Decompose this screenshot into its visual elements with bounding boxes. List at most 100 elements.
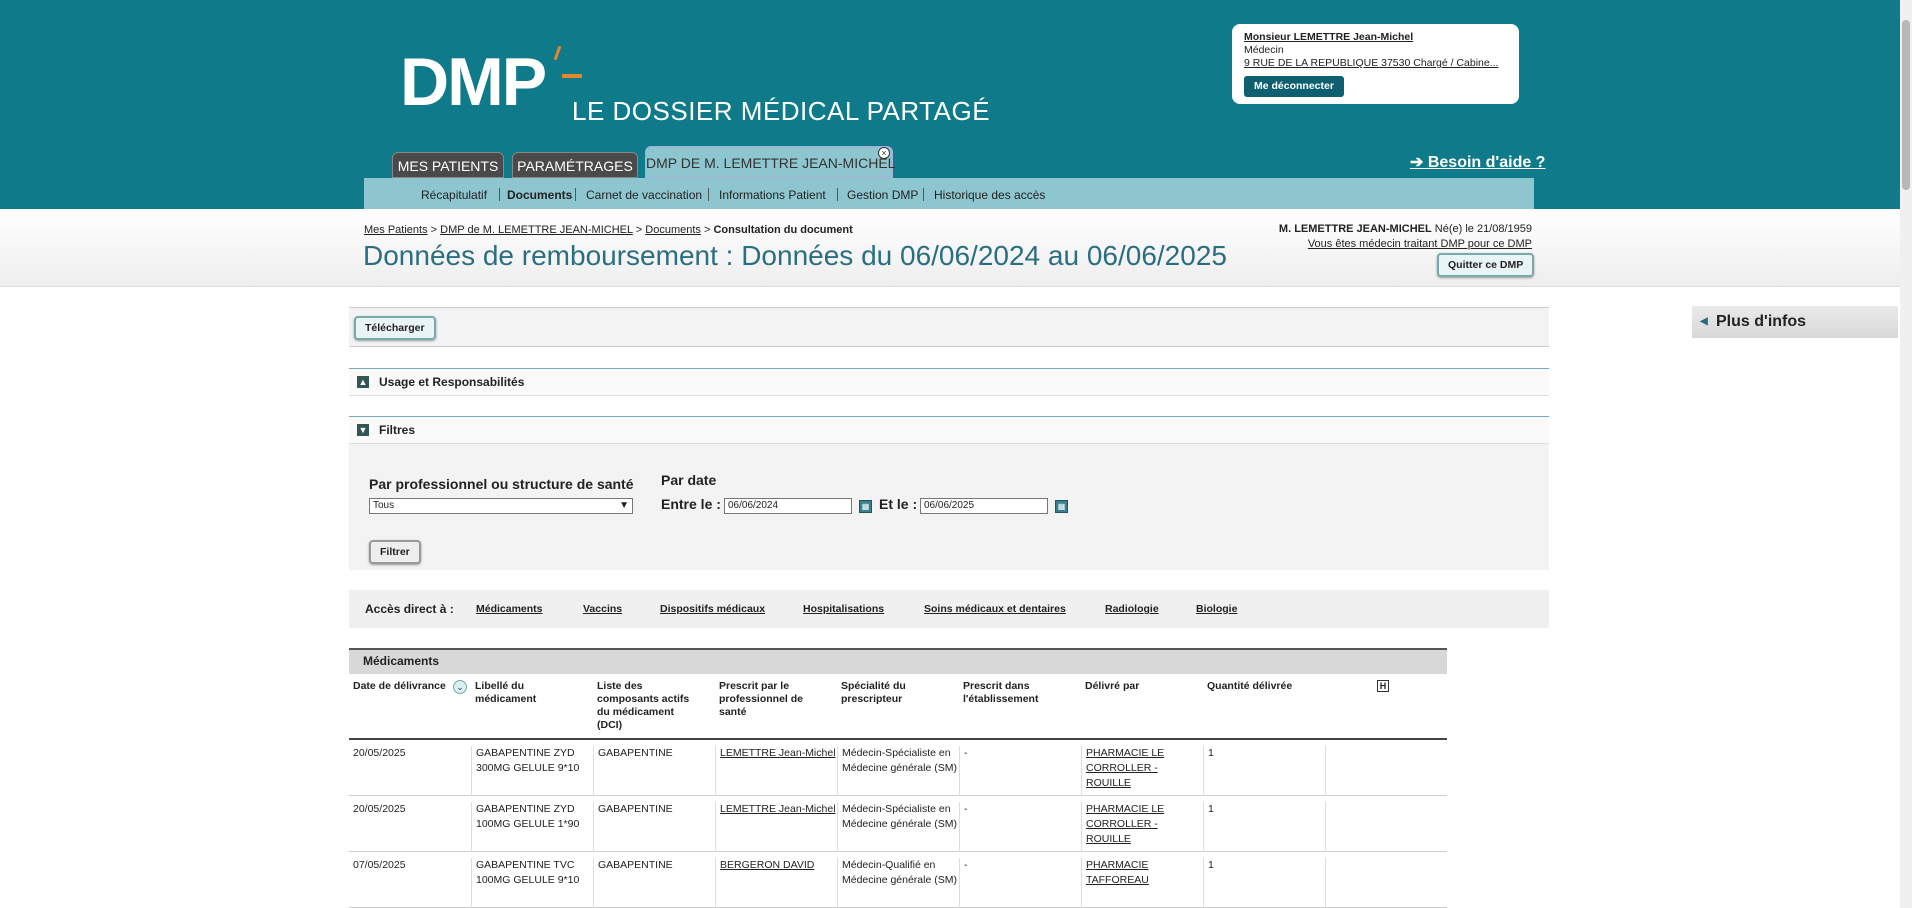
link-radiologie[interactable]: Radiologie — [1105, 603, 1159, 615]
subnav-recapitulatif[interactable]: Récapitulatif — [421, 188, 487, 202]
sort-icon[interactable]: ⌄ — [453, 680, 467, 694]
subnav-informations-patient[interactable]: Informations Patient — [719, 188, 826, 202]
cell-dci: GABAPENTINE — [593, 746, 715, 796]
column-header-establishment: Prescrit dans l'établissement — [963, 680, 1039, 705]
subnav-separator — [837, 188, 838, 201]
column-header-quantity: Quantité délivrée — [1207, 680, 1293, 692]
cell-dci: GABAPENTINE — [593, 802, 715, 852]
cell-specialty: Médecin-Spécialiste en Médecine générale… — [837, 746, 959, 796]
usage-section-header[interactable]: ▲ Usage et Responsabilités — [349, 368, 1549, 396]
header-banner: DMP LE DOSSIER MÉDICAL PARTAGÉ Monsieur … — [0, 0, 1900, 209]
column-header-specialty: Spécialité du prescripteur — [841, 680, 906, 705]
cell-specialty: Médecin-Spécialiste en Médecine générale… — [837, 802, 959, 852]
professional-select-value: Tous — [373, 500, 395, 511]
user-box: Monsieur LEMETTRE Jean-Michel Médecin 9 … — [1232, 24, 1519, 104]
user-name[interactable]: Monsieur LEMETTRE Jean-Michel — [1244, 31, 1507, 44]
tab-dmp-patient[interactable]: DMP DE M. LEMETTRE JEAN-MICHEL × — [645, 146, 896, 178]
link-vaccins[interactable]: Vaccins — [583, 603, 622, 615]
cell-prescriber[interactable]: LEMETTRE Jean-Michel — [715, 802, 837, 852]
breadcrumb-documents[interactable]: Documents — [645, 224, 701, 236]
subnav-documents[interactable]: Documents — [507, 188, 572, 202]
expand-icon[interactable]: ▲ — [357, 376, 369, 388]
column-header-date[interactable]: Date de délivrance — [353, 680, 453, 693]
subnav-separator — [923, 188, 924, 201]
table-row: 07/05/2025 GABAPENTINE TVC 100MG GELULE … — [349, 852, 1447, 908]
history-icon[interactable]: H — [1377, 680, 1389, 692]
link-biologie[interactable]: Biologie — [1196, 603, 1237, 615]
filter-button[interactable]: Filtrer — [369, 540, 421, 564]
prescriber-link[interactable]: LEMETTRE Jean-Michel — [720, 803, 836, 815]
filters-panel: Par professionnel ou structure de santé … — [349, 444, 1549, 570]
column-header-prescriber: Prescrit par le professionnel de santé — [719, 680, 804, 718]
scrollbar-thumb[interactable] — [1902, 20, 1910, 190]
tab-dmp-patient-label: DMP DE M. LEMETTRE JEAN-MICHEL — [646, 155, 896, 171]
filters-section-header[interactable]: ▼ Filtres — [349, 416, 1549, 444]
link-soins[interactable]: Soins médicaux et dentaires — [924, 603, 1066, 615]
breadcrumb-dmp[interactable]: DMP de M. LEMETTRE JEAN-MICHEL — [440, 224, 633, 236]
dmp-logo: DMP — [400, 44, 582, 120]
breadcrumb-separator: > — [703, 224, 711, 236]
cell-empty — [1325, 858, 1447, 908]
usage-section-title: Usage et Responsabilités — [379, 375, 525, 389]
pharmacy-link[interactable]: PHARMACIE LE CORROLLER - ROUILLE — [1086, 803, 1164, 845]
prescriber-link[interactable]: LEMETTRE Jean-Michel — [720, 747, 836, 759]
breadcrumb-mes-patients[interactable]: Mes Patients — [364, 224, 428, 236]
more-info-panel[interactable]: ◀ Plus d'infos — [1692, 306, 1898, 338]
tab-parametrages[interactable]: PARAMÉTRAGES — [512, 152, 638, 178]
calendar-icon[interactable]: ▦ — [1055, 500, 1068, 513]
close-icon[interactable]: × — [878, 147, 890, 159]
vertical-scrollbar[interactable] — [1900, 0, 1912, 908]
cell-delivered-by[interactable]: PHARMACIE LE CORROLLER - ROUILLE — [1081, 746, 1203, 796]
prescriber-link[interactable]: BERGERON DAVID — [720, 859, 814, 871]
logout-button[interactable]: Me déconnecter — [1244, 76, 1344, 97]
between-label: Entre le : — [661, 496, 721, 512]
collapse-left-icon: ◀ — [1700, 316, 1708, 327]
cell-date: 20/05/2025 — [353, 747, 406, 759]
direct-access-bar: Accès direct à : Médicaments Vaccins Dis… — [349, 590, 1549, 628]
link-medicaments[interactable]: Médicaments — [476, 603, 543, 615]
quit-dmp-button[interactable]: Quitter ce DMP — [1437, 253, 1535, 277]
pharmacy-link[interactable]: PHARMACIE TAFFOREAU — [1086, 859, 1149, 886]
user-address[interactable]: 9 RUE DE LA REPUBLIQUE 37530 Chargé / Ca… — [1244, 57, 1507, 70]
download-button[interactable]: Télécharger — [354, 316, 436, 340]
column-header-label: Libellé du médicament — [475, 680, 537, 705]
cell-specialty: Médecin-Qualifié en Médecine générale (S… — [837, 858, 959, 908]
toolbar: Télécharger — [349, 307, 1549, 347]
pharmacy-link[interactable]: PHARMACIE LE CORROLLER - ROUILLE — [1086, 747, 1164, 789]
cell-date: 07/05/2025 — [353, 859, 406, 871]
table-row: 20/05/2025 GABAPENTINE ZYD 300MG GELULE … — [349, 740, 1447, 796]
cell-empty — [1325, 802, 1447, 852]
tab-mes-patients[interactable]: MES PATIENTS — [392, 152, 504, 178]
cell-prescriber[interactable]: LEMETTRE Jean-Michel — [715, 746, 837, 796]
subnav-historique-acces[interactable]: Historique des accès — [934, 188, 1045, 202]
link-dispositifs-medicaux[interactable]: Dispositifs médicaux — [660, 603, 765, 615]
professional-filter-label: Par professionnel ou structure de santé — [369, 476, 634, 492]
patient-info: M. LEMETTRE JEAN-MICHEL Né(e) le 21/08/1… — [1279, 222, 1532, 252]
cell-delivered-by[interactable]: PHARMACIE TAFFOREAU — [1081, 858, 1203, 908]
medications-section-title: Médicaments — [349, 648, 1447, 674]
more-info-title: Plus d'infos — [1716, 313, 1807, 330]
cell-delivered-by[interactable]: PHARMACIE LE CORROLLER - ROUILLE — [1081, 802, 1203, 852]
column-header-dci: Liste des composants actifs du médicamen… — [597, 680, 690, 731]
calendar-icon[interactable]: ▦ — [859, 500, 872, 513]
page-title: Données de remboursement : Données du 06… — [363, 240, 1227, 271]
cell-label: GABAPENTINE ZYD 100MG GELULE 1*90 — [471, 802, 593, 852]
logo-text: DMP — [400, 44, 547, 120]
treating-doctor-link[interactable]: Vous êtes médecin traitant DMP pour ce D… — [1279, 237, 1532, 252]
subnav-gestion-dmp[interactable]: Gestion DMP — [847, 188, 918, 202]
subnav-carnet-vaccination[interactable]: Carnet de vaccination — [586, 188, 702, 202]
link-hospitalisations[interactable]: Hospitalisations — [803, 603, 884, 615]
date-filter-label: Par date — [661, 472, 717, 488]
cell-dci: GABAPENTINE — [593, 858, 715, 908]
end-date-input[interactable]: 06/06/2025 — [920, 498, 1048, 514]
column-header-delivered-by: Délivré par — [1085, 680, 1140, 692]
cell-label: GABAPENTINE TVC 100MG GELULE 9*10 — [471, 858, 593, 908]
chevron-down-icon: ▼ — [619, 500, 629, 511]
cell-quantity: 1 — [1203, 802, 1325, 852]
help-link[interactable]: ➔ Besoin d'aide ? — [1410, 152, 1545, 172]
cell-prescriber[interactable]: BERGERON DAVID — [715, 858, 837, 908]
start-date-input[interactable]: 06/06/2024 — [724, 498, 852, 514]
collapse-icon[interactable]: ▼ — [357, 424, 369, 436]
cell-date: 20/05/2025 — [353, 803, 406, 815]
professional-select[interactable]: Tous ▼ — [369, 498, 633, 514]
